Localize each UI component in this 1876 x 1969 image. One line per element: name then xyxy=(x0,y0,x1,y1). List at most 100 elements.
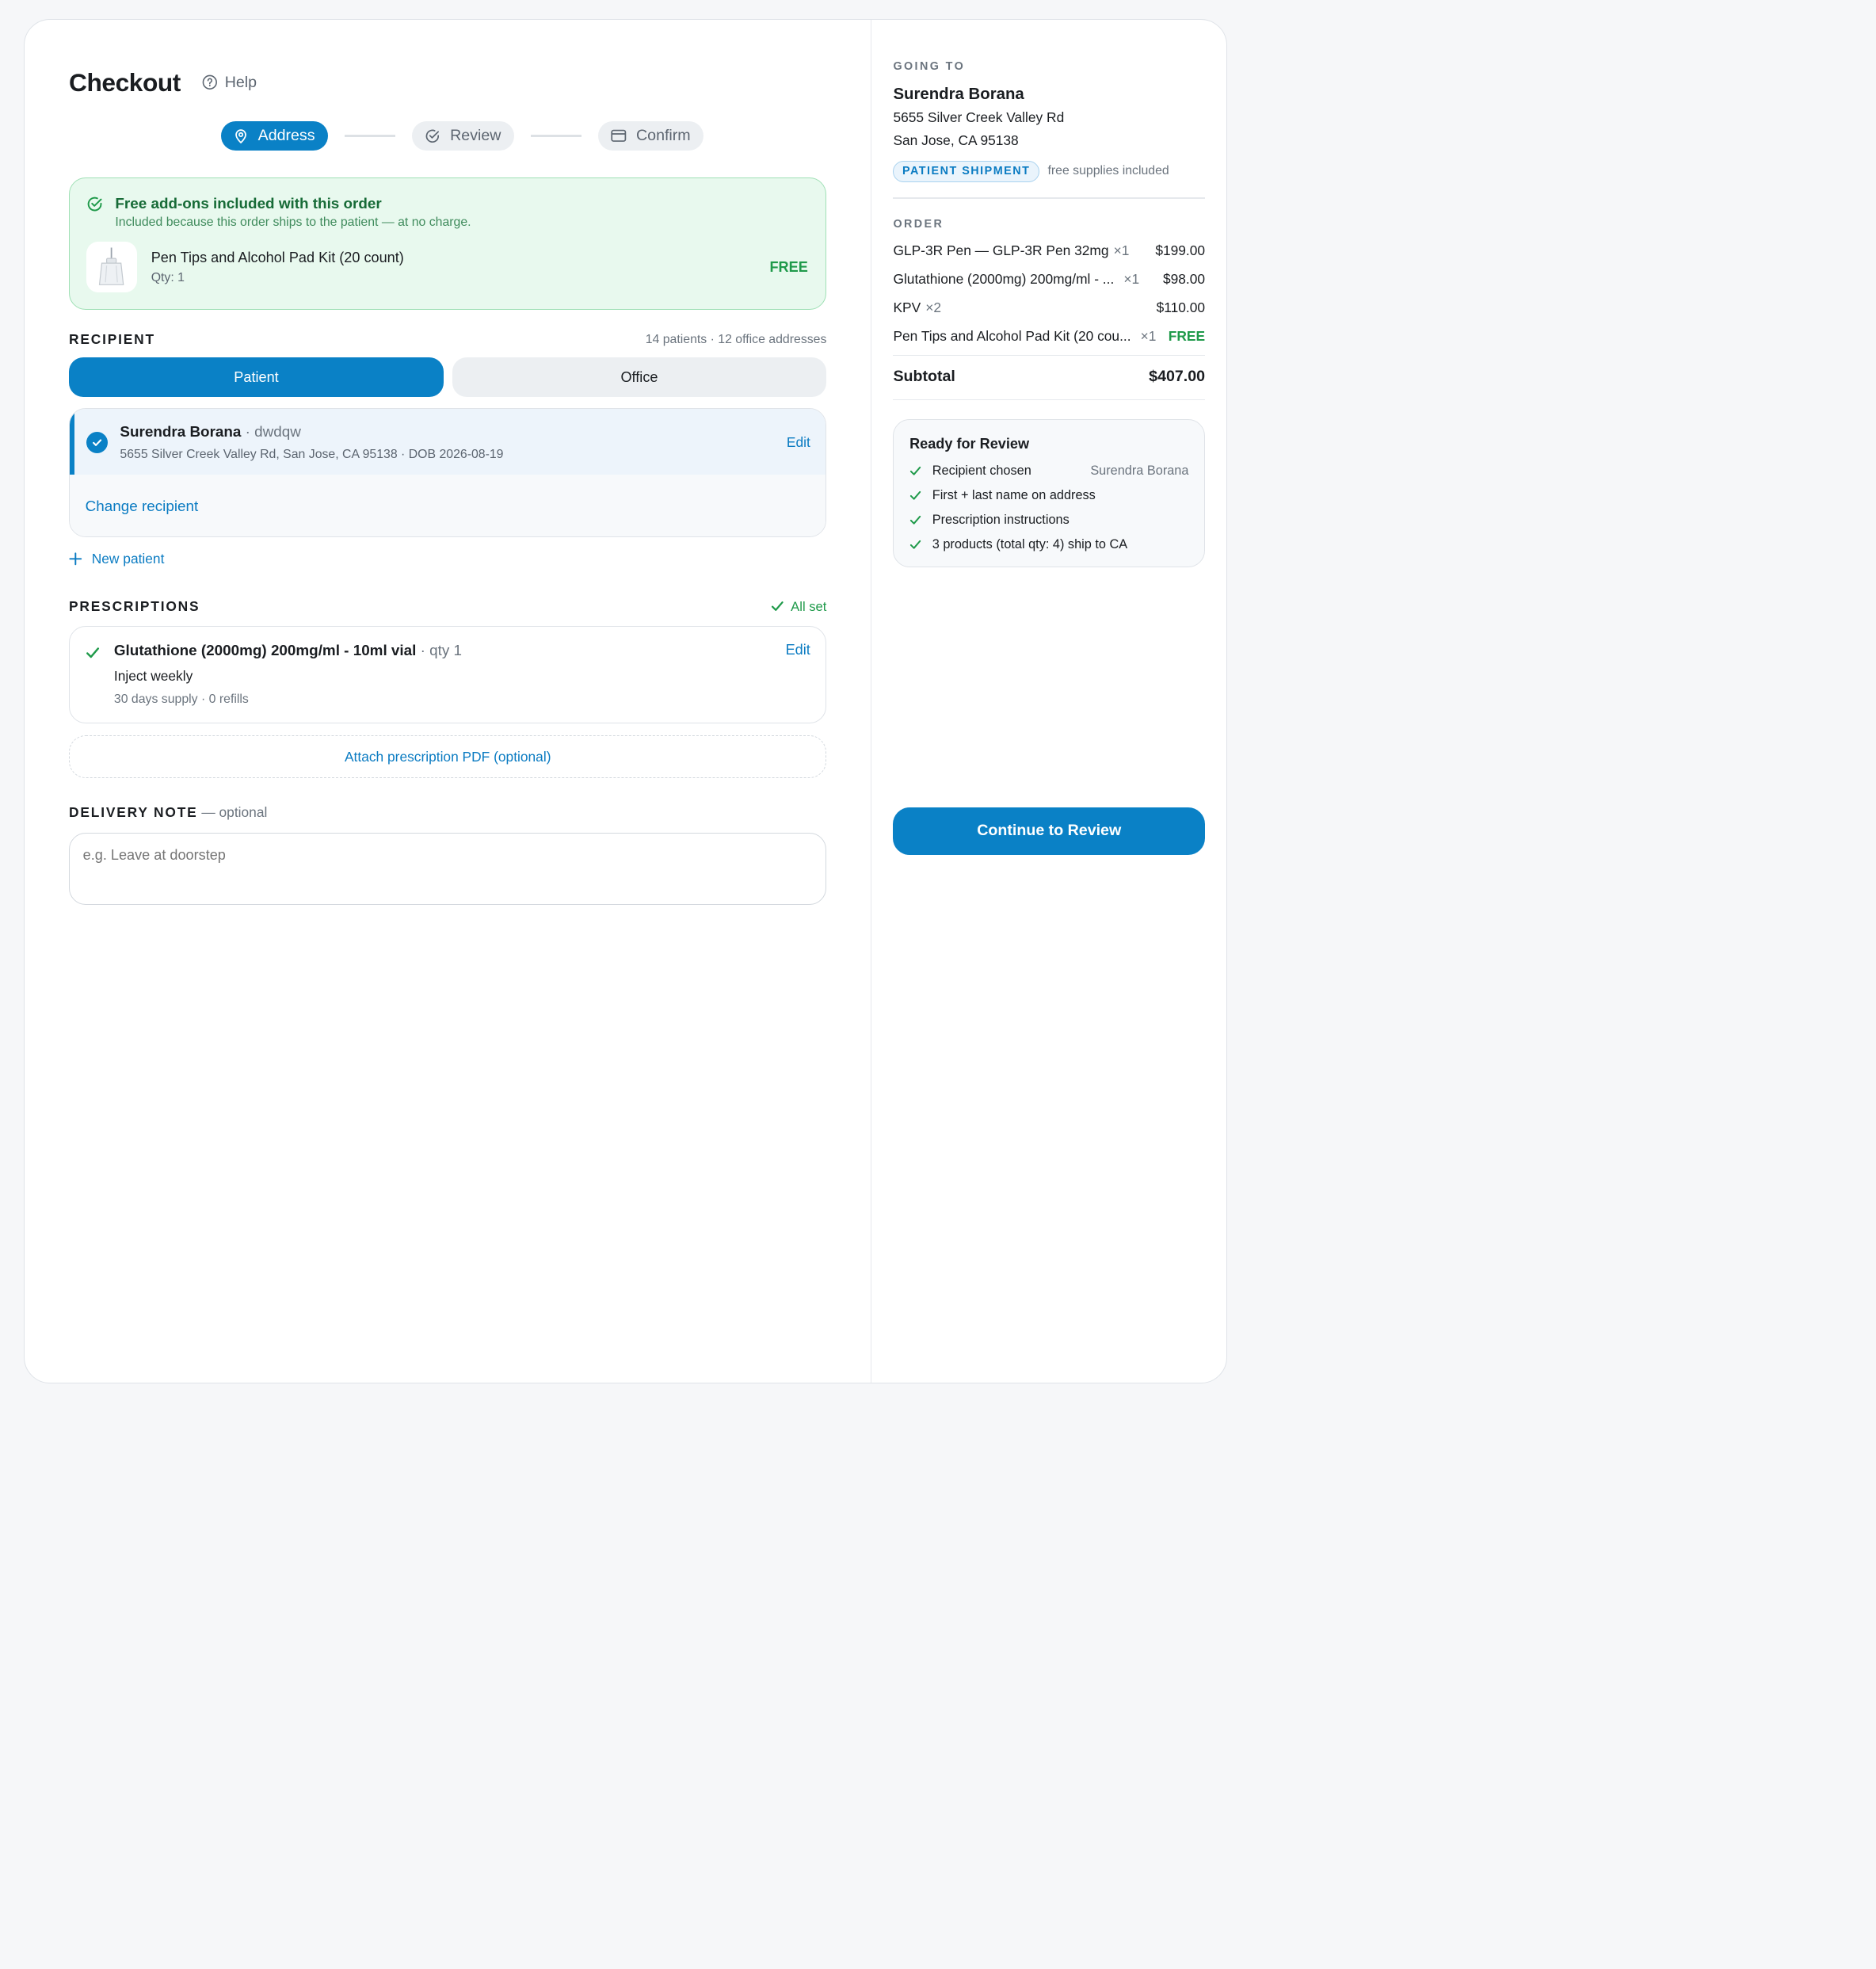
order-item: GLP-3R Pen — GLP-3R Pen 32mg ×1 $199.00 xyxy=(893,242,1205,259)
prescription-title-line: Glutathione (2000mg) 200mg/ml - 10ml via… xyxy=(114,642,462,659)
going-to-label: GOING TO xyxy=(893,60,966,74)
check-icon xyxy=(909,466,921,475)
shipping-address-line2: San Jose, CA 95138 xyxy=(893,132,1019,148)
edit-recipient-button[interactable]: Edit xyxy=(787,434,810,451)
checklist-item: Prescription instructions xyxy=(909,513,1188,528)
subtotal-row: Subtotal $407.00 xyxy=(893,356,1205,399)
checklist-label: Prescription instructions xyxy=(932,512,1070,527)
prescription-card: Glutathione (2000mg) 200mg/ml - 10ml via… xyxy=(69,625,827,724)
new-patient-label: New patient xyxy=(91,550,165,567)
addon-item: Pen Tips and Alcohol Pad Kit (20 count) … xyxy=(86,242,809,292)
prescriptions-status: All set xyxy=(771,598,827,615)
addon-item-qty: Qty: 1 xyxy=(151,270,185,284)
recipient-name: Surendra Borana xyxy=(120,422,242,440)
checkout-frame: Checkout Help Address Review Confirm Fre… xyxy=(24,19,1228,1383)
recipient-details: 5655 Silver Creek Valley Rd, San Jose, C… xyxy=(120,447,504,461)
prescriptions-header: PRESCRIPTIONS All set xyxy=(69,598,826,615)
product-thumbnail xyxy=(86,242,137,292)
tab-patient[interactable]: Patient xyxy=(69,357,444,398)
divider xyxy=(893,399,1206,401)
recipient-label: RECIPIENT xyxy=(69,331,155,348)
change-recipient-link[interactable]: Change recipient xyxy=(86,498,199,514)
check-icon xyxy=(909,540,921,549)
check-icon xyxy=(771,601,784,612)
tab-office[interactable]: Office xyxy=(452,357,827,398)
recipient-card: Surendra Borana · dwdqw 5655 Silver Cree… xyxy=(69,407,827,538)
free-addon-banner: Free add-ons included with this order In… xyxy=(69,177,827,310)
order-item-qty: ×1 xyxy=(1113,242,1130,259)
prescription-supply: 30 days supply · 0 refills xyxy=(113,693,249,707)
continue-to-review-button[interactable]: Continue to Review xyxy=(893,807,1206,856)
checklist-item: Recipient chosen Surendra Borana xyxy=(909,464,1188,479)
delivery-note-label: DELIVERY NOTE xyxy=(69,803,198,820)
addon-header: Free add-ons included with this order In… xyxy=(86,195,809,231)
pen-tip-icon xyxy=(99,247,124,286)
checkout-main: Checkout Help Address Review Confirm Fre… xyxy=(25,20,872,1383)
checklist-label: 3 products (total qty: 4) ship to CA xyxy=(932,536,1128,551)
header: Checkout Help xyxy=(69,68,826,97)
checklist-item: First + last name on address xyxy=(909,488,1188,503)
checklist-value: Surendra Borana xyxy=(1090,463,1189,478)
recipient-card-footer: Change recipient xyxy=(70,475,826,537)
addon-item-name: Pen Tips and Alcohol Pad Kit (20 count) xyxy=(151,249,404,265)
order-item-name: GLP-3R Pen — GLP-3R Pen 32mg xyxy=(893,242,1109,259)
order-summary-panel: GOING TO Surendra Borana 5655 Silver Cre… xyxy=(871,20,1226,1382)
selected-recipient[interactable]: Surendra Borana · dwdqw 5655 Silver Cree… xyxy=(70,408,826,475)
order-item: Pen Tips and Alcohol Pad Kit (20 cou... … xyxy=(893,328,1205,345)
order-item-qty: ×1 xyxy=(1140,328,1157,345)
location-pin-icon xyxy=(235,129,247,143)
step-connector xyxy=(531,135,581,138)
check-icon xyxy=(86,647,99,658)
step-label: Address xyxy=(257,127,315,145)
checklist-label: Recipient chosen xyxy=(932,463,1031,478)
shipment-type: PATIENT SHIPMENT free supplies included xyxy=(893,160,1205,182)
check-circle-icon xyxy=(87,197,102,212)
order-item-qty: ×1 xyxy=(1123,271,1140,288)
addon-title: Free add-ons included with this order xyxy=(115,194,382,212)
recipient-type-toggle: Patient Office xyxy=(69,357,827,398)
order-item-name: Pen Tips and Alcohol Pad Kit (20 cou... xyxy=(893,328,1131,345)
edit-prescription-button[interactable]: Edit xyxy=(786,642,810,707)
new-patient-button[interactable]: New patient xyxy=(69,551,826,567)
step-address[interactable]: Address xyxy=(220,120,329,151)
order-item-name: KPV xyxy=(893,300,921,316)
shipment-badge-note: free supplies included xyxy=(1047,164,1169,178)
card-icon xyxy=(611,129,627,143)
help-link[interactable]: Help xyxy=(202,74,257,92)
checklist-label: First + last name on address xyxy=(932,487,1096,502)
order-item: Glutathione (2000mg) 200mg/ml - ... ×1 $… xyxy=(893,271,1205,288)
order-items: GLP-3R Pen — GLP-3R Pen 32mg ×1 $199.00 … xyxy=(893,242,1205,345)
delivery-note-input[interactable] xyxy=(69,833,827,905)
step-review[interactable]: Review xyxy=(411,120,515,151)
order-label: ORDER xyxy=(893,218,944,231)
attach-prescription-button[interactable]: Attach prescription PDF (optional) xyxy=(69,735,827,779)
prescription-qty: · qty 1 xyxy=(416,642,463,659)
order-item-price: $110.00 xyxy=(1156,300,1206,316)
addon-subtitle: Included because this order ships to the… xyxy=(115,216,471,230)
selected-check-icon xyxy=(86,431,109,453)
step-confirm[interactable]: Confirm xyxy=(597,120,704,151)
shipping-address-line1: 5655 Silver Creek Valley Rd xyxy=(893,109,1065,126)
prescriptions-label: PRESCRIPTIONS xyxy=(69,598,200,615)
order-item-qty: ×2 xyxy=(925,300,942,316)
divider xyxy=(893,197,1206,199)
shipment-badge: PATIENT SHIPMENT xyxy=(893,160,1039,182)
prescription-title: Glutathione (2000mg) 200mg/ml - 10ml via… xyxy=(113,642,417,659)
check-circle-icon xyxy=(426,129,440,143)
order-item: KPV ×2 $110.00 xyxy=(893,300,1205,316)
checkout-stepper: Address Review Confirm xyxy=(220,120,827,151)
addon-price: FREE xyxy=(769,258,808,275)
step-label: Confirm xyxy=(636,127,691,145)
page-title: Checkout xyxy=(69,67,181,97)
step-label: Review xyxy=(450,127,501,145)
delivery-note-optional: — optional xyxy=(197,803,268,820)
prescription-instructions: Inject weekly xyxy=(113,667,193,684)
shipping-name: Surendra Borana xyxy=(893,85,1024,103)
delivery-note-header: DELIVERY NOTE — optional xyxy=(69,800,826,822)
plus-icon xyxy=(69,552,82,566)
prescriptions-status-label: All set xyxy=(791,598,827,614)
subtotal-value: $407.00 xyxy=(1149,368,1206,386)
order-item-name: Glutathione (2000mg) 200mg/ml - ... xyxy=(893,271,1115,288)
help-label: Help xyxy=(224,73,257,91)
check-icon xyxy=(909,490,921,500)
